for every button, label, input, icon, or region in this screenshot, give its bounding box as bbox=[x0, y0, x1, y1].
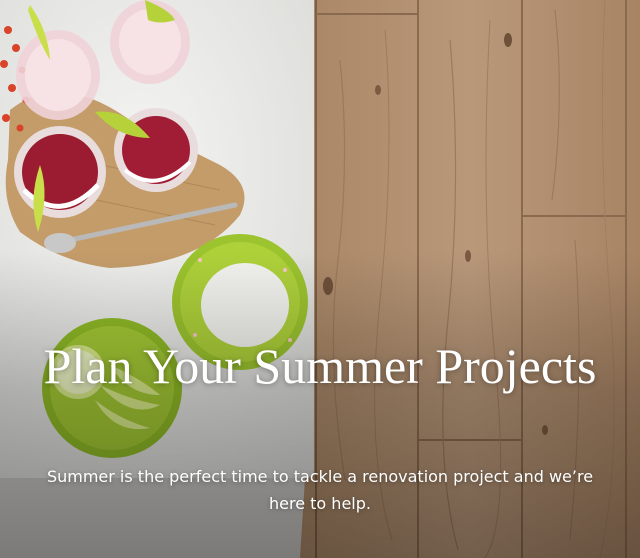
hero-title: Plan Your Summer Projects bbox=[43, 338, 597, 394]
hero-subtitle: Summer is the perfect time to tackle a r… bbox=[46, 467, 594, 513]
summer-projects-hero: Plan Your Summer Projects Summer is the … bbox=[0, 0, 640, 558]
